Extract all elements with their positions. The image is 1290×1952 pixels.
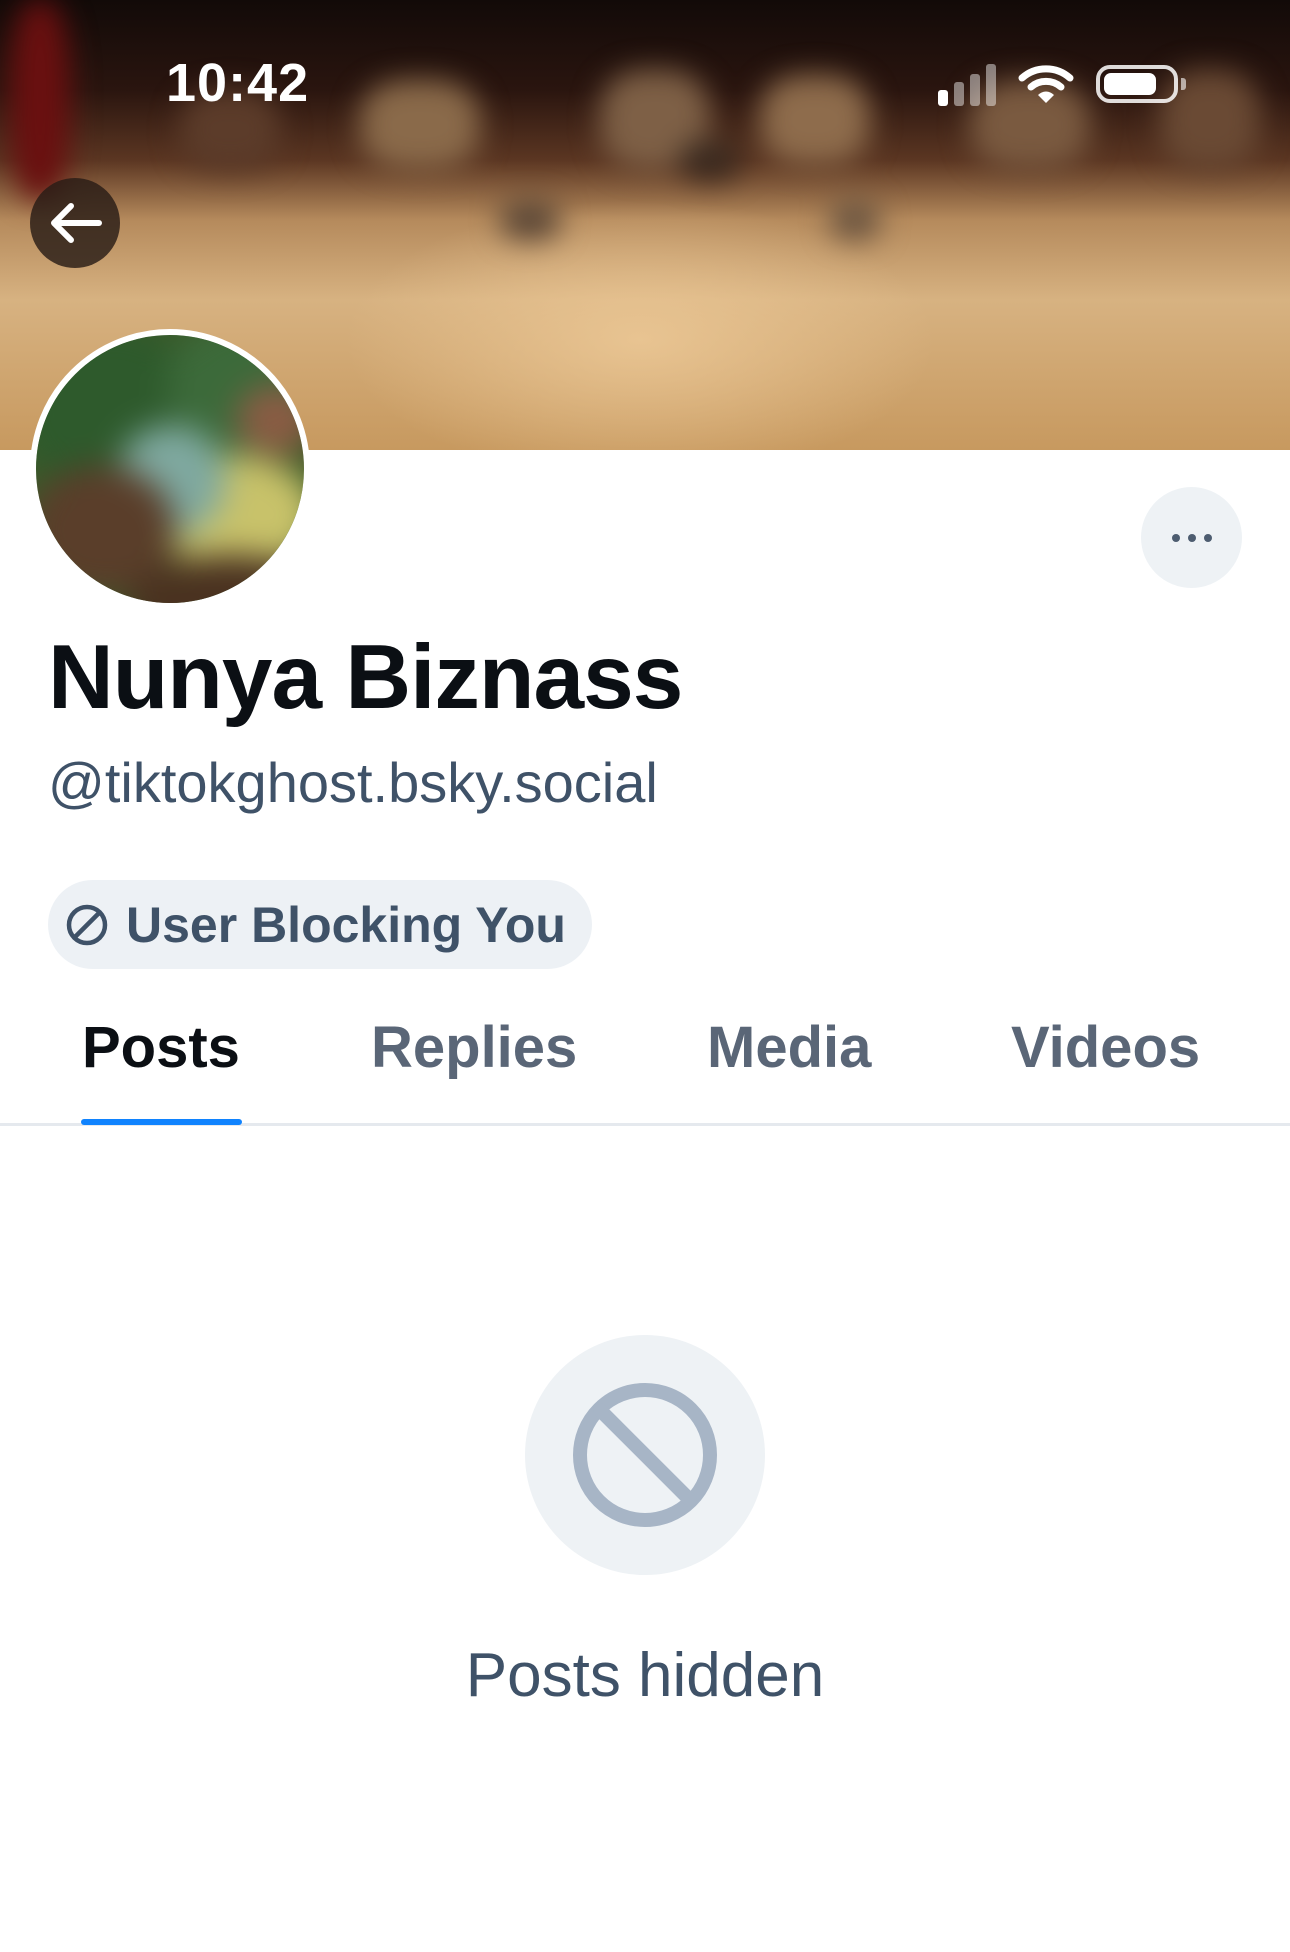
circle-slash-icon	[66, 904, 108, 945]
display-name: Nunya Biznass	[48, 627, 683, 728]
arrow-left-icon	[51, 203, 102, 243]
cellular-signal-icon	[938, 62, 996, 106]
empty-state-icon-container	[525, 1335, 765, 1575]
tab-posts[interactable]: Posts	[82, 1014, 240, 1081]
tab-media[interactable]: Media	[707, 1014, 871, 1081]
profile-tabs: Posts Replies Media Videos	[0, 1000, 1290, 1126]
user-blocking-you-pill[interactable]: User Blocking You	[48, 880, 592, 969]
circle-slash-icon	[573, 1383, 717, 1527]
more-options-button[interactable]	[1141, 487, 1242, 588]
active-tab-indicator	[81, 1119, 242, 1125]
status-icons	[938, 62, 1186, 106]
profile-handle: @tiktokghost.bsky.social	[48, 751, 658, 814]
avatar[interactable]	[30, 329, 310, 609]
blocking-label: User Blocking You	[126, 896, 566, 953]
wifi-icon	[1018, 65, 1074, 103]
tab-replies[interactable]: Replies	[371, 1014, 577, 1081]
tab-videos[interactable]: Videos	[1011, 1014, 1200, 1081]
battery-icon	[1096, 65, 1186, 103]
profile-screen: 10:42 Nunya Biznass @tiktokghost.bsky.so…	[0, 0, 1290, 1952]
back-button[interactable]	[30, 178, 120, 268]
status-time: 10:42	[166, 53, 310, 113]
posts-hidden-text: Posts hidden	[465, 1641, 825, 1710]
